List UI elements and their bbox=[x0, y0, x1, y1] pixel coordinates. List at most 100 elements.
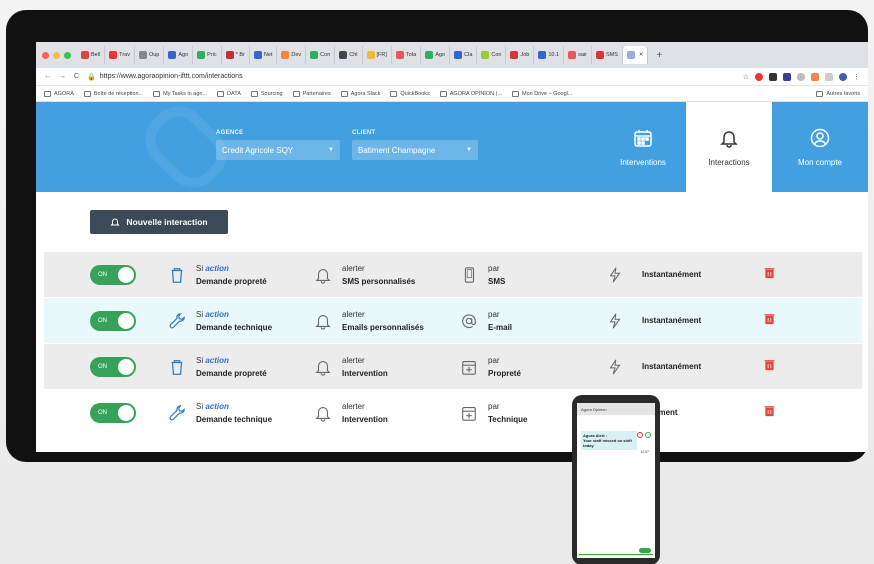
browser-tab-label: Con bbox=[320, 52, 331, 58]
tab-favicon-icon bbox=[366, 51, 375, 59]
tab-interactions[interactable]: Interactions bbox=[686, 102, 772, 192]
browser-tab[interactable]: Pric bbox=[193, 46, 222, 64]
delete-icon bbox=[764, 359, 775, 370]
toggle-label: ON bbox=[98, 271, 107, 278]
browser-tab[interactable]: 10.1 bbox=[534, 46, 565, 64]
browser-tab[interactable]: [FR] bbox=[363, 46, 392, 64]
bookmark-item[interactable]: Boîte de réception... bbox=[83, 90, 144, 97]
alert-prefix: alerter bbox=[342, 355, 365, 365]
opera-extension-icon[interactable] bbox=[755, 72, 763, 81]
extension-icon[interactable] bbox=[811, 72, 819, 81]
bookmark-folder-icon bbox=[439, 90, 447, 97]
tab-interventions[interactable]: Interventions bbox=[600, 102, 686, 192]
tab-mon-compte[interactable]: Mon compte bbox=[772, 102, 868, 192]
timing-cell: Instantanément bbox=[606, 266, 701, 284]
new-interaction-button[interactable]: Nouvelle interaction bbox=[90, 210, 228, 234]
browser-tab[interactable]: Net bbox=[250, 46, 278, 64]
bookmark-folder-icon bbox=[292, 90, 300, 97]
close-window-button[interactable] bbox=[42, 51, 49, 59]
channel-label: Technique bbox=[488, 414, 528, 424]
bookmark-item[interactable]: My Tasks in ago... bbox=[153, 90, 208, 97]
agence-select[interactable]: Credit Agricole SQY ▼ bbox=[216, 140, 340, 160]
close-tab-icon[interactable]: ✕ bbox=[639, 52, 644, 58]
browser-tab[interactable]: Trav bbox=[105, 46, 135, 64]
browser-tab[interactable]: Dev bbox=[277, 46, 307, 64]
bookmark-star-icon[interactable]: ☆ bbox=[743, 73, 749, 81]
browser-tab[interactable]: Job bbox=[506, 46, 535, 64]
back-icon[interactable]: ← bbox=[44, 73, 51, 80]
other-bookmarks[interactable]: Autres favoris bbox=[816, 90, 860, 97]
interaction-row: ON Si action Demande technique alerter Email… bbox=[44, 298, 862, 344]
browser-tab[interactable]: Bell bbox=[77, 46, 106, 64]
bookmark-folder-icon bbox=[217, 90, 225, 97]
bookmark-item[interactable]: QuickBooks bbox=[390, 90, 430, 97]
enabled-toggle[interactable]: ON bbox=[90, 356, 136, 377]
maximize-window-button[interactable] bbox=[64, 51, 71, 59]
extension-icon[interactable] bbox=[783, 72, 791, 81]
lightning-icon bbox=[609, 313, 621, 328]
delete-button[interactable] bbox=[764, 358, 775, 376]
browser-tab-label: Bell bbox=[91, 52, 101, 58]
profile-avatar-icon[interactable] bbox=[839, 72, 847, 81]
channel-label: SMS bbox=[488, 276, 506, 286]
bookmark-label: Agora Slack bbox=[350, 90, 381, 97]
url-field[interactable]: 🔒 https://www.agoraopinion-ifttt.com/int… bbox=[87, 73, 735, 81]
browser-tab[interactable]: Cla bbox=[450, 46, 478, 64]
browser-tab-label: Oup bbox=[148, 52, 160, 58]
bookmark-item[interactable]: AGORA OPINION (... bbox=[439, 90, 502, 97]
delete-button[interactable] bbox=[764, 404, 775, 422]
extension-icon[interactable] bbox=[797, 72, 805, 81]
channel-label: Propreté bbox=[488, 368, 521, 378]
browser-tab-active[interactable]: ✕ bbox=[622, 46, 649, 64]
toggle-label: ON bbox=[98, 317, 107, 324]
delete-button[interactable] bbox=[764, 266, 775, 284]
bookmark-item[interactable]: Agora Slack bbox=[340, 90, 381, 97]
client-select[interactable]: Batiment Champagne ▼ bbox=[352, 140, 478, 160]
enabled-toggle[interactable]: ON bbox=[90, 264, 136, 285]
browser-tab[interactable]: Oup bbox=[135, 46, 165, 64]
browser-tab[interactable]: sair bbox=[564, 46, 592, 64]
lock-icon: 🔒 bbox=[87, 73, 96, 81]
enabled-toggle[interactable]: ON bbox=[90, 310, 136, 331]
browser-tab[interactable]: Tota bbox=[392, 46, 422, 64]
bookmark-item[interactable]: AGORA bbox=[44, 90, 74, 97]
browser-tab-label: Net bbox=[263, 52, 273, 58]
action-link[interactable]: action bbox=[205, 402, 229, 411]
browser-tab[interactable]: Ago bbox=[421, 46, 451, 64]
browser-tab[interactable]: Ago bbox=[164, 46, 194, 64]
minimize-window-button[interactable] bbox=[53, 51, 60, 59]
notif-time: 12:57 bbox=[640, 450, 649, 454]
tab-favicon-icon bbox=[281, 51, 290, 59]
trigger-prefix: Si action bbox=[196, 400, 272, 413]
browser-tab[interactable]: Con bbox=[306, 46, 336, 64]
bookmark-label: My Tasks in ago... bbox=[163, 90, 208, 97]
reload-icon[interactable]: C bbox=[74, 73, 79, 80]
delete-button[interactable] bbox=[764, 312, 775, 330]
extension-icon[interactable] bbox=[825, 72, 833, 81]
bookmark-item[interactable]: DATA bbox=[217, 90, 241, 97]
menu-kebab-icon[interactable]: ⋮ bbox=[853, 73, 860, 81]
bookmark-label: QuickBooks bbox=[400, 90, 430, 97]
toggle-knob bbox=[118, 404, 134, 421]
tab-favicon-icon bbox=[626, 51, 635, 59]
enabled-toggle[interactable]: ON bbox=[90, 402, 136, 423]
bookmark-item[interactable]: Partenaires bbox=[292, 90, 331, 97]
si-label: Si bbox=[196, 309, 204, 319]
browser-tab[interactable]: Con bbox=[477, 46, 507, 64]
delete-icon bbox=[764, 405, 775, 416]
action-link[interactable]: action bbox=[205, 356, 229, 365]
agence-value: Credit Agricole SQY bbox=[222, 145, 294, 155]
browser-tab[interactable]: * Br bbox=[222, 46, 250, 64]
forward-icon[interactable]: → bbox=[59, 73, 66, 80]
bookmark-folder-icon bbox=[512, 90, 520, 97]
browser-tab[interactable]: Chl bbox=[335, 46, 363, 64]
bookmark-item[interactable]: Sourcing bbox=[250, 90, 283, 97]
tab-favicon-icon bbox=[454, 51, 463, 59]
new-tab-button[interactable]: + bbox=[656, 50, 662, 61]
bookmark-label: Boîte de réception... bbox=[93, 90, 144, 97]
mic-extension-icon[interactable] bbox=[769, 72, 777, 81]
action-link[interactable]: action bbox=[205, 264, 229, 273]
bookmark-item[interactable]: Mon Drive – Googl... bbox=[512, 90, 572, 97]
action-link[interactable]: action bbox=[205, 310, 229, 319]
browser-tab[interactable]: SMS bbox=[592, 46, 623, 64]
